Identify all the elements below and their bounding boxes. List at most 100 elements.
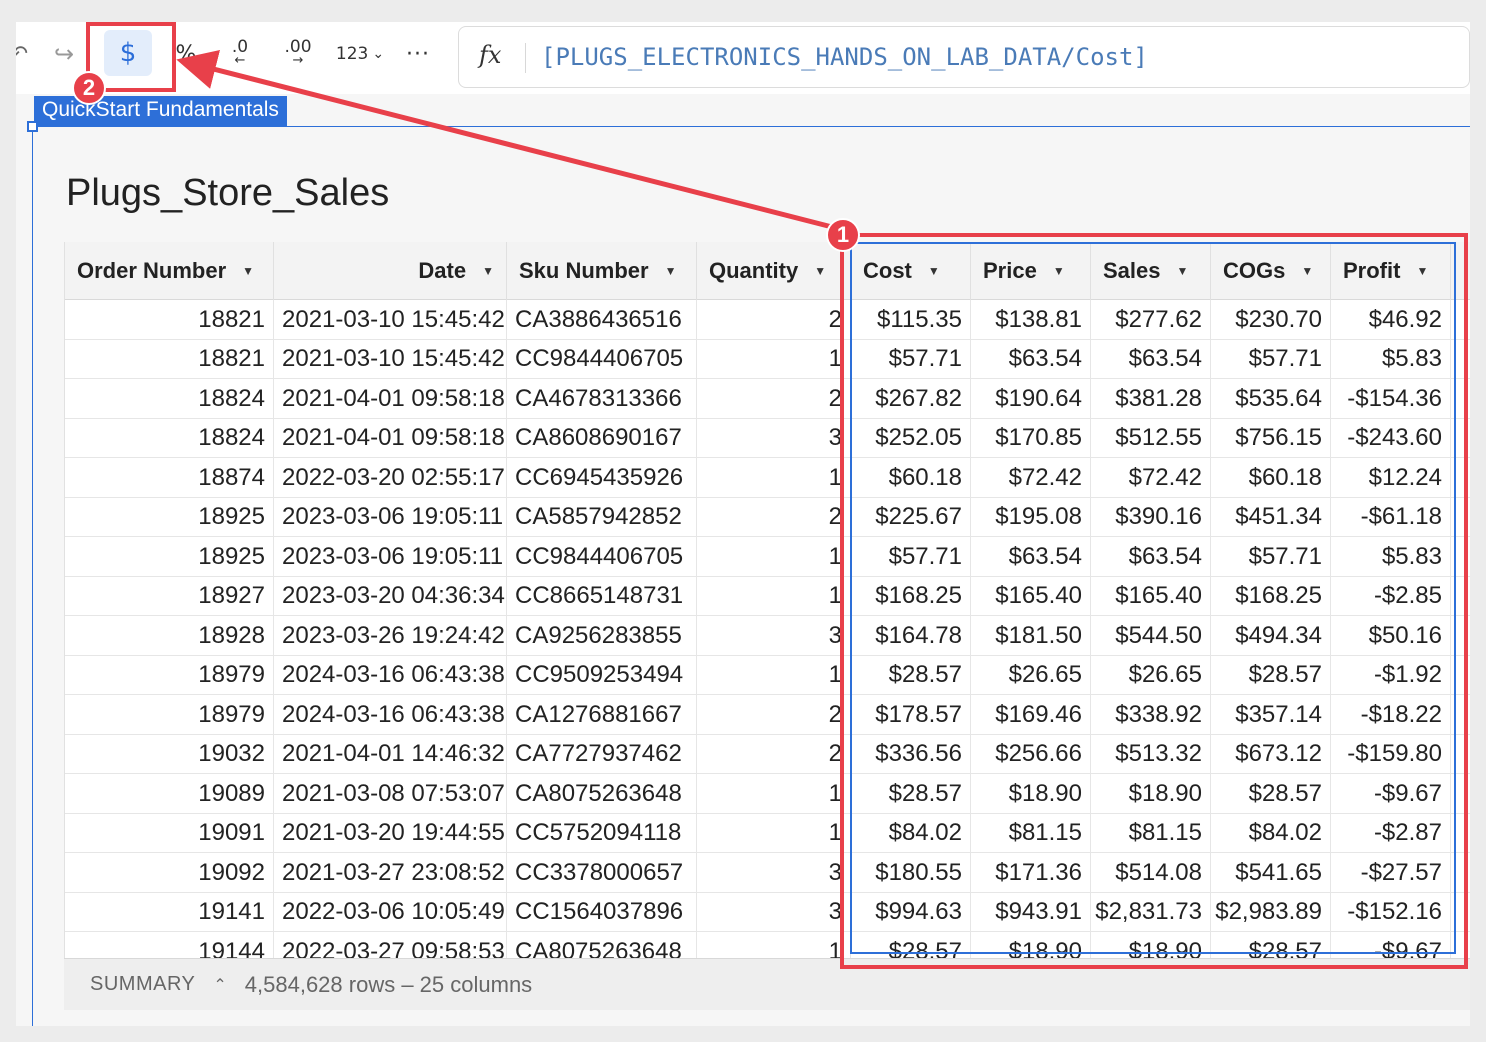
table-cell[interactable]: CA5857942852 [507, 497, 697, 537]
table-cell[interactable]: 19141 [65, 892, 274, 932]
table-row[interactable]: 18928 2023-03-26 19:24:42 CA9256283855 3 $16… [65, 616, 1470, 656]
table-cell[interactable]: $26.65 [971, 655, 1091, 695]
table-cell[interactable]: $115.35 [851, 300, 971, 339]
table-cell[interactable]: $673.12 [1211, 734, 1331, 774]
table-cell[interactable]: CA7727937462 [507, 734, 697, 774]
table-cell[interactable]: $28.57 [1211, 655, 1331, 695]
table-cell[interactable]: $18.90 [971, 774, 1091, 813]
table-row[interactable]: 18979 2024-03-16 06:43:38 CC9509253494 1 $28… [65, 655, 1470, 695]
table-row[interactable]: 19092 2021-03-27 23:08:52 CC3378000657 3 $18… [65, 853, 1470, 893]
table-cell[interactable]: 2024-03-16 06:43:38 [274, 695, 507, 734]
table-cell[interactable]: $541.65 [1211, 853, 1331, 892]
table-cell[interactable]: CC9509253494 [507, 655, 697, 695]
table-cell[interactable]: $5.83 [1331, 537, 1451, 576]
table-cell[interactable]: 18979 [65, 695, 274, 734]
page-tag[interactable]: QuickStart Fundamentals [34, 96, 287, 126]
table-cell[interactable]: $46.92 [1331, 300, 1451, 339]
table-cell[interactable]: 2023-03-06 19:05:11 [274, 537, 507, 576]
table-cell[interactable]: $63.54 [971, 339, 1091, 379]
table-cell[interactable]: CC5752094118 [507, 813, 697, 853]
table-cell[interactable]: $171.36 [971, 853, 1091, 892]
table-cell[interactable]: $63.54 [971, 537, 1091, 576]
formula-bar[interactable]: fx [PLUGS_ELECTRONICS_HANDS_ON_LAB_DATA/… [458, 26, 1470, 88]
table-cell[interactable]: $943.91 [971, 892, 1091, 932]
table-cell[interactable]: $230.70 [1211, 300, 1331, 339]
table-cell[interactable]: $544.50 [1091, 616, 1211, 655]
table-cell[interactable]: $267.82 [851, 379, 971, 418]
table-cell[interactable]: 1 [697, 655, 851, 695]
table-cell[interactable]: 2023-03-06 19:05:11 [274, 497, 507, 537]
table-cell[interactable]: CC9844406705 [507, 537, 697, 576]
table-title[interactable]: Plugs_Store_Sales [66, 172, 389, 215]
column-header[interactable]: Cost ▼ [851, 242, 971, 300]
table-cell[interactable]: 1 [697, 339, 851, 379]
table-cell[interactable]: $5.83 [1331, 339, 1451, 379]
table-cell[interactable]: CC3378000657 [507, 853, 697, 892]
table-cell[interactable]: $336.56 [851, 734, 971, 774]
column-header[interactable]: Price ▼ [971, 242, 1091, 300]
table-row[interactable]: 19089 2021-03-08 07:53:07 CA8075263648 1 $28… [65, 774, 1470, 814]
table-cell[interactable]: 2021-04-01 09:58:18 [274, 418, 507, 458]
table-cell[interactable]: -$27.57 [1331, 853, 1451, 892]
table-cell[interactable]: 1 [697, 458, 851, 497]
table-cell[interactable]: 18821 [65, 339, 274, 379]
table-cell[interactable]: $84.02 [1211, 813, 1331, 853]
table-cell[interactable]: $72.42 [971, 458, 1091, 497]
table-row[interactable]: 19032 2021-04-01 14:46:32 CA7727937462 2 $33… [65, 734, 1470, 774]
table-cell[interactable]: $81.15 [971, 813, 1091, 853]
caret-down-icon[interactable]: ▼ [814, 264, 826, 278]
table-cell[interactable]: $50.16 [1331, 616, 1451, 655]
table-cell[interactable]: $514.08 [1091, 853, 1211, 892]
caret-down-icon[interactable]: ▼ [242, 264, 254, 278]
table-cell[interactable]: $256.66 [971, 734, 1091, 774]
table-cell[interactable]: $2,983.89 [1211, 892, 1331, 932]
table-cell[interactable]: 18824 [65, 418, 274, 458]
table-cell[interactable]: $170.85 [971, 418, 1091, 458]
table-row[interactable]: 18821 2021-03-10 15:45:42 CC9844406705 1 $57… [65, 339, 1470, 379]
table-cell[interactable]: 1 [697, 774, 851, 813]
table-cell[interactable]: 18979 [65, 655, 274, 695]
table-cell[interactable]: $12.24 [1331, 458, 1451, 497]
table-cell[interactable]: 2 [697, 300, 851, 339]
table-cell[interactable]: $18.90 [1091, 774, 1211, 813]
table-cell[interactable]: 18925 [65, 537, 274, 576]
table-cell[interactable]: $26.65 [1091, 655, 1211, 695]
table-cell[interactable]: 18925 [65, 497, 274, 537]
table-cell[interactable]: 1 [697, 813, 851, 853]
table-row[interactable]: 18925 2023-03-06 19:05:11 CA5857942852 2 $22… [65, 497, 1470, 537]
column-header[interactable]: Order Number ▼ [65, 242, 274, 300]
column-header[interactable]: Sku Number ▼ [507, 242, 697, 300]
table-cell[interactable]: 18821 [65, 300, 274, 339]
table-cell[interactable]: 2021-03-20 19:44:55 [274, 813, 507, 853]
table-cell[interactable]: $756.15 [1211, 418, 1331, 458]
caret-down-icon[interactable]: ▼ [1177, 264, 1189, 278]
table-cell[interactable]: $338.92 [1091, 695, 1211, 734]
table-cell[interactable]: 18824 [65, 379, 274, 418]
table-cell[interactable]: 19092 [65, 853, 274, 892]
table-cell[interactable]: $72.42 [1091, 458, 1211, 497]
table-cell[interactable]: CC9844406705 [507, 339, 697, 379]
table-cell[interactable]: CA1276881667 [507, 695, 697, 734]
table-cell[interactable]: $57.71 [1211, 339, 1331, 379]
currency-format-button[interactable]: $ [104, 30, 152, 76]
table-cell[interactable]: $168.25 [851, 576, 971, 616]
table-cell[interactable]: 2021-03-10 15:45:42 [274, 300, 507, 339]
decrease-decimals-button[interactable]: .0 ← [220, 34, 260, 74]
redo-icon[interactable]: ↪ [44, 34, 84, 74]
table-cell[interactable]: 2 [697, 734, 851, 774]
table-cell[interactable]: 19089 [65, 774, 274, 813]
table-cell[interactable]: 3 [697, 853, 851, 892]
column-header[interactable]: Profit ▼ [1331, 242, 1451, 300]
table-cell[interactable]: $535.64 [1211, 379, 1331, 418]
undo-icon[interactable]: ↶ [16, 34, 28, 74]
column-header[interactable]: Sales ▼ [1091, 242, 1211, 300]
caret-down-icon[interactable]: ▼ [1053, 264, 1065, 278]
table-cell[interactable]: $357.14 [1211, 695, 1331, 734]
table-cell[interactable]: $181.50 [971, 616, 1091, 655]
number-format-dropdown[interactable]: 123 ⌄ [332, 34, 388, 74]
table-cell[interactable]: 18874 [65, 458, 274, 497]
column-header[interactable]: Quantity ▼ [697, 242, 851, 300]
table-cell[interactable]: -$61.18 [1331, 497, 1451, 537]
table-row[interactable]: 18824 2021-04-01 09:58:18 CA8608690167 3 $25… [65, 418, 1470, 458]
table-cell[interactable]: 18927 [65, 576, 274, 616]
